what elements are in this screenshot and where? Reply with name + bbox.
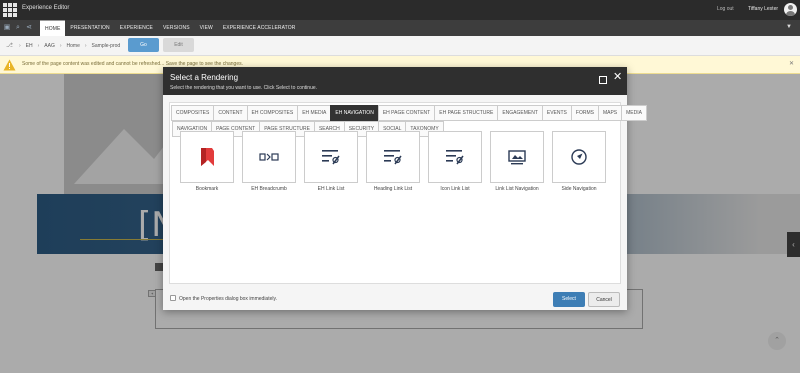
- dialog-body: COMPOSITES CONTENT EH COMPOSITES EH MEDI…: [169, 102, 647, 284]
- logout-link[interactable]: Log out: [717, 6, 734, 12]
- ribbon-menu: ▣ ⌕ ⋖ HOME PRESENTATION EXPERIENCE VERSI…: [0, 20, 800, 36]
- tab-eh-composites[interactable]: EH COMPOSITES: [246, 105, 299, 121]
- breadcrumb-separator: ›: [37, 43, 40, 49]
- breadcrumb-item[interactable]: EH: [26, 43, 33, 49]
- breadcrumb-icon: [259, 153, 279, 161]
- breadcrumb-separator: ›: [59, 43, 62, 49]
- properties-checkbox[interactable]: [170, 295, 176, 301]
- tab-home[interactable]: HOME: [40, 20, 66, 36]
- edit-button[interactable]: Edit: [163, 38, 194, 52]
- tab-experience[interactable]: EXPERIENCE: [115, 20, 158, 36]
- compass-icon: [571, 149, 587, 165]
- title-bar: Experience Editor Log out Tiffany Lester: [0, 0, 800, 20]
- ribbon-tabs: HOME PRESENTATION EXPERIENCE VERSIONS VI…: [40, 20, 300, 36]
- tab-maps[interactable]: MAPS: [597, 105, 623, 121]
- app-title: Experience Editor: [22, 5, 70, 11]
- app-grid-icon[interactable]: [3, 3, 17, 17]
- rendering-tile-side-navigation[interactable]: Side Navigation: [552, 131, 606, 192]
- tree-icon[interactable]: ⎇: [6, 42, 13, 49]
- tab-experience-accelerator[interactable]: EXPERIENCE ACCELERATOR: [218, 20, 301, 36]
- tile-label: Side Navigation: [561, 186, 597, 192]
- breadcrumb: › EH › AAG › Home › Sample-prod: [19, 43, 120, 49]
- link-list-icon: [322, 150, 340, 165]
- go-button[interactable]: Go: [128, 38, 159, 52]
- rendering-tabs-row-1: COMPOSITES CONTENT EH COMPOSITES EH MEDI…: [171, 105, 647, 121]
- link-list-icon: [384, 150, 402, 165]
- rendering-tile-heading-link-list[interactable]: Heading Link List: [366, 131, 420, 192]
- dialog-subtitle: Select the rendering that you want to us…: [170, 85, 318, 91]
- rendering-tile-eh-breadcrumb[interactable]: EH Breadcrumb: [242, 131, 296, 192]
- tab-events[interactable]: EVENTS: [541, 105, 572, 121]
- rendering-tiles: Bookmark EH Breadcrumb EH Link List Head…: [180, 131, 614, 192]
- tab-eh-navigation[interactable]: EH NAVIGATION: [330, 105, 379, 121]
- warning-icon: [3, 59, 16, 71]
- dialog-title: Select a Rendering: [170, 73, 239, 82]
- tab-content[interactable]: CONTENT: [213, 105, 248, 121]
- select-rendering-dialog: Select a Rendering Select the rendering …: [163, 67, 647, 310]
- dialog-header: Select a Rendering Select the rendering …: [163, 67, 627, 95]
- bookmark-icon: [201, 148, 214, 166]
- tab-eh-media[interactable]: EH MEDIA: [297, 105, 332, 121]
- tab-presentation[interactable]: PRESENTATION: [65, 20, 114, 36]
- close-icon[interactable]: ✕: [613, 72, 622, 83]
- tile-label: EH Breadcrumb: [251, 186, 287, 192]
- breadcrumb-item[interactable]: Home: [67, 43, 80, 49]
- rendering-tile-link-list-navigation[interactable]: Link List Navigation: [490, 131, 544, 192]
- search-icon[interactable]: ⌕: [14, 24, 22, 32]
- breadcrumb-separator: ›: [19, 43, 21, 49]
- breadcrumb-item[interactable]: Sample-prod: [92, 43, 121, 49]
- breadcrumb-separator: ›: [84, 43, 87, 49]
- maximize-icon[interactable]: [599, 76, 607, 84]
- select-button[interactable]: Select: [553, 292, 585, 307]
- save-icon[interactable]: ▣: [3, 24, 11, 32]
- tile-label: Heading Link List: [373, 186, 413, 192]
- tab-eh-page-structure[interactable]: EH PAGE STRUCTURE: [434, 105, 499, 121]
- rendering-tile-eh-link-list[interactable]: EH Link List: [304, 131, 358, 192]
- tab-composites[interactable]: COMPOSITES: [171, 105, 215, 121]
- rendering-tile-bookmark[interactable]: Bookmark: [180, 131, 234, 192]
- tab-media[interactable]: MEDIA: [621, 105, 647, 121]
- username: Tiffany Lester: [748, 6, 779, 12]
- chevron-down-icon[interactable]: ▼: [786, 24, 792, 30]
- dialog-footer: Open the Properties dialog box immediate…: [163, 287, 627, 310]
- tab-view[interactable]: VIEW: [195, 20, 218, 36]
- tile-label: EH Link List: [317, 186, 345, 192]
- toolbar: ⎇ › EH › AAG › Home › Sample-prod Go Edi…: [0, 36, 800, 56]
- ribbon-quick-icons: ▣ ⌕ ⋖: [0, 20, 40, 36]
- rendering-tile-icon-link-list[interactable]: Icon Link List: [428, 131, 482, 192]
- cancel-button[interactable]: Cancel: [588, 292, 620, 307]
- tile-label: Link List Navigation: [495, 186, 539, 192]
- avatar[interactable]: [784, 3, 797, 16]
- share-icon[interactable]: ⋖: [25, 24, 33, 32]
- properties-checkbox-label[interactable]: Open the Properties dialog box immediate…: [179, 296, 277, 302]
- tab-forms[interactable]: FORMS: [570, 105, 599, 121]
- tab-versions[interactable]: VERSIONS: [158, 20, 195, 36]
- tab-eh-page-content[interactable]: EH PAGE CONTENT: [377, 105, 436, 121]
- breadcrumb-item[interactable]: AAG: [44, 43, 55, 49]
- tab-engagement[interactable]: ENGAGEMENT: [497, 105, 543, 121]
- monitor-icon: [508, 150, 526, 165]
- link-list-icon: [446, 150, 464, 165]
- close-icon[interactable]: ✕: [789, 60, 794, 67]
- tile-label: Icon Link List: [440, 186, 470, 192]
- tile-label: Bookmark: [195, 186, 219, 192]
